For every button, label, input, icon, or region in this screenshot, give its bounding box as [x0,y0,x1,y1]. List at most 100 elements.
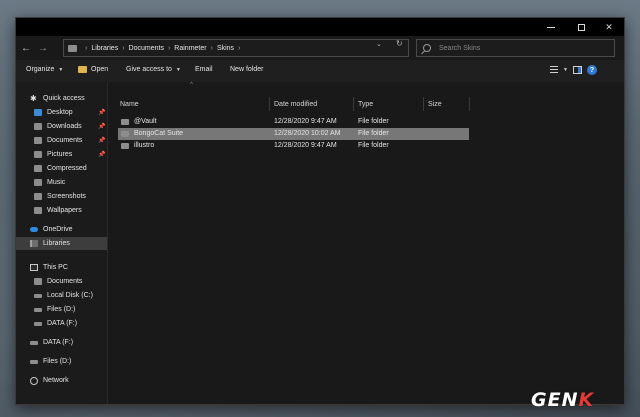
maximize-button[interactable] [566,18,596,36]
back-button[interactable]: ← [19,41,33,55]
minimize-button[interactable] [536,18,566,36]
column-header-name[interactable]: Name [116,97,270,111]
documents-icon [34,137,42,144]
new-folder-label: New folder [230,66,264,73]
breadcrumb-libraries[interactable]: Libraries [91,45,118,52]
sidebar-item-label: Documents [47,278,83,285]
table-row[interactable]: BongoCat Suite 12/28/2020 10:02 AM File … [118,128,469,140]
give-access-button[interactable]: Give access to ▼ [126,66,181,73]
sidebar-item-label: DATA (F:) [47,320,78,327]
title-bar: ✕ [16,18,624,36]
table-row[interactable]: illustro 12/28/2020 9:47 AM File folder [118,140,469,152]
watermark-part2: K [578,389,595,411]
refresh-icon[interactable]: ↻ [396,39,403,48]
music-icon [34,179,42,186]
sidebar-item-local-disk-c[interactable]: Local Disk (C:) [16,289,108,302]
drive-icon [34,293,42,298]
column-header-size[interactable]: Size [424,97,470,111]
folder-icon [121,131,129,137]
folder-icon [34,193,42,200]
sidebar-item-music[interactable]: Music [16,176,108,189]
file-list: ^ Name Date modified Type Size @Vault 12… [108,82,624,404]
pin-icon: 📌 [98,138,106,144]
address-bar[interactable]: › Libraries › Documents › Rainmeter › Sk… [63,39,409,57]
sidebar-item-label: Desktop [47,109,73,116]
sidebar-item-quick-access[interactable]: ✱ Quick access [16,92,108,105]
chevron-down-icon: ▼ [58,66,64,73]
network-icon [30,376,38,385]
chevron-down-icon[interactable]: ▼ [563,67,568,73]
breadcrumb-rainmeter[interactable]: Rainmeter [174,45,206,52]
search-icon [423,44,431,52]
close-button[interactable]: ✕ [594,18,624,36]
sidebar-item-wallpapers[interactable]: Wallpapers [16,204,108,217]
chevron-right-icon: › [210,44,213,52]
sidebar-item-label: Documents [47,137,83,144]
sidebar-item-downloads[interactable]: Downloads 📌 [16,120,108,133]
watermark-text: GENK [531,389,594,411]
back-arrow-icon: ← [21,42,31,54]
help-label: ? [589,66,595,74]
sidebar-item-screenshots[interactable]: Screenshots [16,190,108,203]
organize-button[interactable]: Organize ▼ [26,66,63,73]
documents-icon [34,278,42,285]
new-folder-button[interactable]: New folder [230,66,263,73]
sidebar-item-libraries[interactable]: Libraries [16,237,108,250]
sidebar-item-compressed[interactable]: Compressed [16,162,108,175]
file-date: 12/28/2020 9:47 AM [274,118,337,125]
sidebar-item-pictures[interactable]: Pictures 📌 [16,148,108,161]
maximize-icon [577,23,585,31]
sidebar-item-label: Quick access [43,95,85,102]
breadcrumb-skins[interactable]: Skins [217,45,234,52]
sidebar-item-data-f[interactable]: DATA (F:) [16,317,108,330]
drive-icon [30,340,38,345]
preview-pane-icon[interactable] [572,66,582,74]
column-label: Size [428,100,442,108]
sidebar-item-documents[interactable]: Documents 📌 [16,134,108,147]
email-label: Email [195,66,213,73]
pin-icon: 📌 [98,124,106,130]
sidebar-item-onedrive[interactable]: OneDrive [16,223,108,236]
breadcrumb-documents[interactable]: Documents [129,45,164,52]
chevron-right-icon: › [167,44,171,52]
forward-button[interactable]: → [36,41,50,55]
table-row[interactable]: @Vault 12/28/2020 9:47 AM File folder [118,116,469,128]
open-button[interactable]: Open [78,66,108,73]
file-type: File folder [358,130,389,137]
folder-icon [34,165,42,172]
pin-icon: 📌 [98,152,106,158]
folder-icon [68,44,77,52]
sidebar-item-drive-data-f[interactable]: DATA (F:) [16,336,108,349]
sidebar-item-files-d[interactable]: Files (D:) [16,303,108,316]
sidebar-item-this-pc[interactable]: This PC [16,261,108,274]
give-access-label: Give access to [126,66,172,73]
help-icon[interactable]: ? [586,65,597,75]
sidebar-item-label: Compressed [47,165,87,172]
details-view-icon[interactable] [550,66,558,74]
address-dropdown-icon[interactable]: ⌄ [376,40,382,48]
sidebar-item-label: Screenshots [47,193,86,200]
sidebar-item-label: Network [43,377,69,384]
file-name: BongoCat Suite [134,130,184,137]
column-label: Date modified [274,100,318,108]
downloads-icon [34,123,42,130]
desktop-icon [34,109,42,116]
email-button[interactable]: Email [195,66,213,73]
sidebar-item-pc-documents[interactable]: Documents [16,275,108,288]
sidebar-item-network[interactable]: Network [16,374,108,387]
folder-icon [121,119,129,125]
sidebar-item-drive-files-d[interactable]: Files (D:) [16,355,108,368]
sidebar-item-desktop[interactable]: Desktop 📌 [16,106,108,119]
column-header-type[interactable]: Type [354,97,424,111]
file-explorer-window: ✕ ← → › Libraries › Documents › Rainmete… [15,17,625,405]
folder-icon [121,143,129,149]
cloud-icon [30,227,38,232]
computer-icon [30,264,38,271]
file-type: File folder [358,142,389,149]
column-header-date[interactable]: Date modified [270,97,354,111]
chevron-right-icon: › [238,44,241,52]
search-input[interactable]: Search Skins [416,39,615,57]
sidebar-item-label: Files (D:) [43,358,72,365]
minimize-icon [547,26,555,28]
file-type: File folder [358,118,389,125]
